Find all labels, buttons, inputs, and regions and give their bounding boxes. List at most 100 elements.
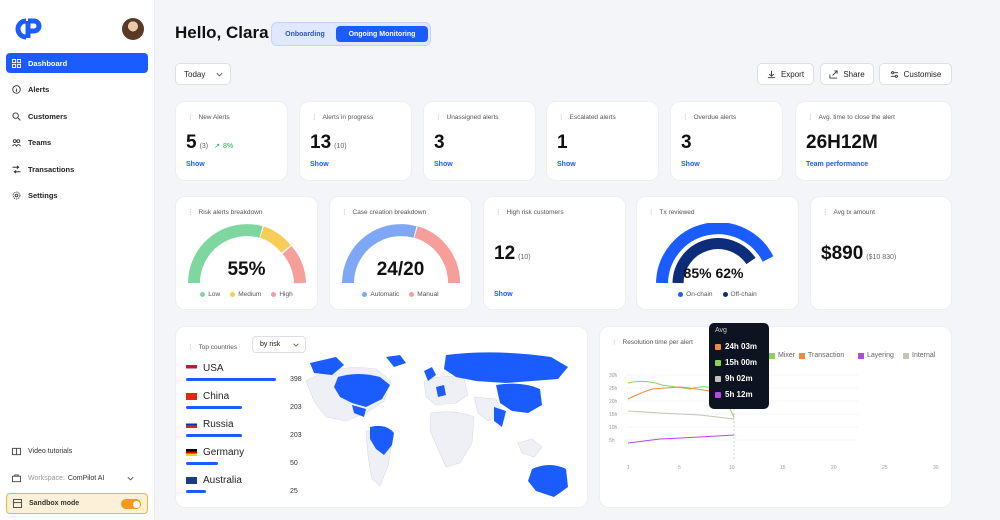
kpi-value-wrap: 12 (10) (494, 243, 531, 265)
export-button[interactable]: Export (757, 63, 814, 85)
tooltip-value: 9h 02m (725, 374, 753, 383)
country-row[interactable]: Russia 203 (186, 419, 302, 439)
x-tick-label: 20 (831, 465, 837, 471)
kpi-value: $890 (821, 243, 864, 264)
kpi-sub: (10) (334, 143, 347, 150)
tooltip-header: Avg (715, 327, 727, 334)
gauge-value: 85% 62% (683, 265, 744, 281)
resolution-chart: 30h25h20h15h10h5h1 5 10 15 20 25 30 (609, 373, 939, 471)
customise-label: Customise (903, 69, 942, 79)
legend-high: High (271, 291, 292, 298)
sliders-icon (890, 70, 898, 78)
show-link[interactable]: Show (557, 161, 576, 168)
date-range-select[interactable]: Today (175, 63, 231, 85)
tab-onboarding[interactable]: Onboarding (275, 26, 335, 42)
tooltip-row: 9h 02m (715, 374, 753, 383)
country-row[interactable]: Germany 50 (186, 447, 298, 467)
sidebar-item-label: Transactions (28, 164, 75, 174)
team-performance-link[interactable]: Team performance (806, 161, 868, 168)
card-title: Risk alerts breakdown (187, 208, 263, 216)
sidebar-item-dashboard[interactable]: Dashboard (6, 53, 148, 73)
view-switcher: Onboarding Ongoing Monitoring (271, 22, 431, 46)
kpi-sub: (3) (199, 143, 209, 150)
sidebar-item-transactions[interactable]: Transactions (6, 159, 148, 179)
kpi-title: New Alerts (187, 113, 230, 121)
kpi-value: 13 (310, 132, 332, 153)
sandbox-label: Sandbox mode (29, 500, 80, 507)
flag-icon (186, 364, 197, 372)
gauge-legend: Low Medium High (176, 291, 317, 298)
tooltip-row: 15h 00m (715, 358, 757, 367)
case-gauge (342, 224, 461, 284)
show-link[interactable]: Show (434, 161, 453, 168)
avatar[interactable] (122, 18, 144, 40)
country-bar (186, 406, 242, 409)
y-tick-label: 15h (609, 412, 618, 418)
tooltip-value: 15h 00m (725, 358, 758, 367)
kpi-trend: 8% (222, 143, 234, 150)
kpi-sub: ($10 830) (866, 254, 897, 261)
show-link[interactable]: Show (310, 161, 329, 168)
workspace-selector[interactable]: Workspace: ComPilot AI (6, 469, 148, 487)
x-tick-label: 15 (780, 465, 786, 471)
grid-icon (12, 58, 21, 68)
tooltip-swatch (715, 343, 721, 350)
kpi-alerts-in-progress: Alerts in progress 13(10) Show (299, 101, 412, 181)
search-user-icon (12, 111, 21, 121)
country-row[interactable]: Australia 25 (186, 475, 298, 495)
flag-icon (186, 392, 197, 400)
kpi-value: 26H12M (806, 132, 878, 153)
sidebar-item-teams[interactable]: Teams (6, 133, 148, 153)
share-button[interactable]: Share (820, 63, 874, 85)
internal-line (627, 410, 735, 420)
show-link[interactable]: Show (681, 161, 700, 168)
legend-internal: Internal (903, 352, 935, 359)
chevron-down-icon (127, 476, 134, 480)
chevron-down-icon (216, 72, 223, 76)
card-title: Avg tx amount (822, 208, 875, 216)
share-icon (829, 69, 838, 79)
tooltip-swatch (715, 375, 721, 382)
video-tutorials-link[interactable]: Video tutorials (6, 442, 148, 460)
show-link[interactable]: Show (186, 161, 205, 168)
kpi-overdue-alerts: Overdue alerts 3 Show (670, 101, 783, 181)
sidebar-item-customers[interactable]: Customers (6, 106, 148, 126)
sandbox-toggle[interactable] (121, 499, 141, 509)
kpi-value-wrap: 13 (10) (310, 132, 347, 154)
legend-label: Internal (912, 352, 936, 359)
gauge-value: 24/20 (376, 259, 425, 280)
legend-swatch (799, 352, 805, 359)
tx-gauge (656, 223, 774, 284)
country-bar (186, 462, 218, 465)
card-title: Case creation breakdown (341, 208, 427, 216)
trend-up-icon: ↗ (214, 143, 222, 150)
flag-icon (186, 448, 197, 456)
legend-transaction: Transaction (799, 352, 844, 359)
legend-label: Mixer (778, 352, 796, 359)
x-tick-label: 5 (678, 465, 681, 471)
sidebar-nav: Dashboard Alerts Customers Teams Transac… (6, 53, 148, 212)
tooltip-swatch (715, 359, 721, 366)
risk-alerts-card: Risk alerts breakdown 55% Low Medium Hig… (175, 196, 318, 310)
tooltip-row: 24h 03m (715, 342, 757, 351)
country-row[interactable]: China 203 (186, 391, 302, 411)
sidebar-item-settings[interactable]: Settings (6, 186, 148, 206)
card-title: Tx reviewed (648, 208, 695, 216)
sidebar-item-label: Teams (28, 138, 52, 147)
tab-ongoing-monitoring[interactable]: Ongoing Monitoring (336, 26, 428, 42)
country-row[interactable]: USA 398 (186, 363, 302, 383)
compilot-logo[interactable] (14, 18, 44, 40)
flag-icon (186, 476, 197, 484)
sidebar-item-alerts[interactable]: Alerts (6, 80, 148, 100)
kpi-unassigned-alerts: Unassigned alerts 3 Show (423, 101, 536, 181)
gauge-legend: Automatic Manual (330, 291, 471, 298)
sidebar-item-label: Alerts (28, 85, 50, 94)
kpi-title: Alerts in progress (311, 113, 374, 121)
customise-button[interactable]: Customise (879, 63, 952, 85)
show-link[interactable]: Show (494, 291, 513, 298)
kpi-title: Overdue alerts (682, 113, 737, 121)
case-creation-card: Case creation breakdown 24/20 Automatic … (329, 196, 472, 310)
y-tick-label: 30h (609, 373, 618, 379)
avg-tx-amount-card: Avg tx amount $890($10 830) (810, 196, 952, 310)
country-bar (186, 378, 276, 381)
